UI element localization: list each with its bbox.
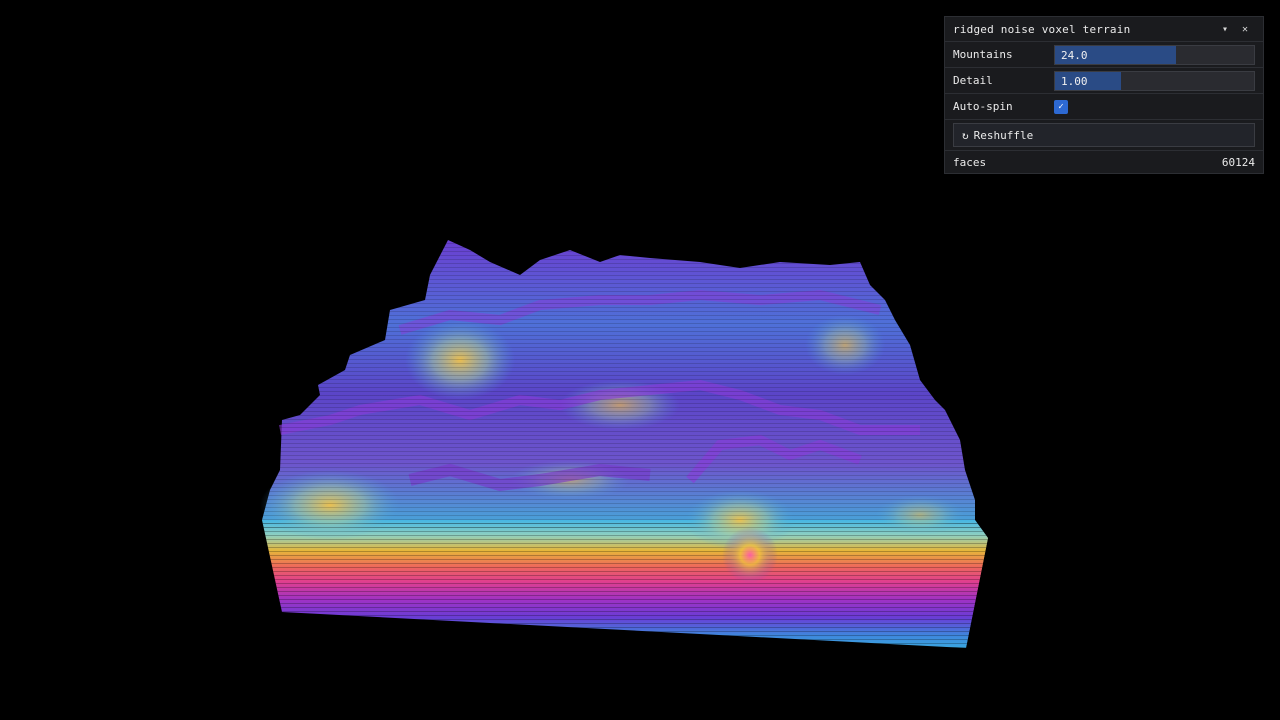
faces-label: faces xyxy=(953,155,987,169)
detail-slider[interactable]: 1.00 xyxy=(1054,70,1255,91)
mountains-slider[interactable]: 24.0 xyxy=(1054,44,1255,65)
faces-value: 60124 xyxy=(1221,155,1255,169)
control-panel: ridged noise voxel terrain ▾ ✕ Mountains… xyxy=(944,16,1264,174)
faces-row: faces 60124 xyxy=(945,151,1263,173)
reshuffle-row: ↻ Reshuffle xyxy=(945,120,1263,151)
reshuffle-button[interactable]: ↻ Reshuffle xyxy=(953,123,1255,147)
close-icon[interactable]: ✕ xyxy=(1235,24,1255,35)
auto-spin-label: Auto-spin xyxy=(953,100,1013,113)
mountains-label: Mountains xyxy=(953,48,1013,61)
detail-value: 1.00 xyxy=(1061,74,1088,88)
mountains-row: Mountains 24.0 xyxy=(945,42,1263,68)
refresh-icon: ↻ xyxy=(962,128,969,142)
panel-title-bar: ridged noise voxel terrain ▾ ✕ xyxy=(945,17,1263,42)
detail-row: Detail 1.00 xyxy=(945,68,1263,94)
mountains-value: 24.0 xyxy=(1061,48,1088,62)
chevron-down-icon[interactable]: ▾ xyxy=(1215,24,1235,35)
auto-spin-checkbox[interactable]: ✓ xyxy=(1054,99,1068,114)
reshuffle-label: Reshuffle xyxy=(973,128,1034,142)
detail-label: Detail xyxy=(953,74,993,87)
panel-title: ridged noise voxel terrain xyxy=(953,22,1131,36)
auto-spin-row: Auto-spin ✓ xyxy=(945,94,1263,120)
